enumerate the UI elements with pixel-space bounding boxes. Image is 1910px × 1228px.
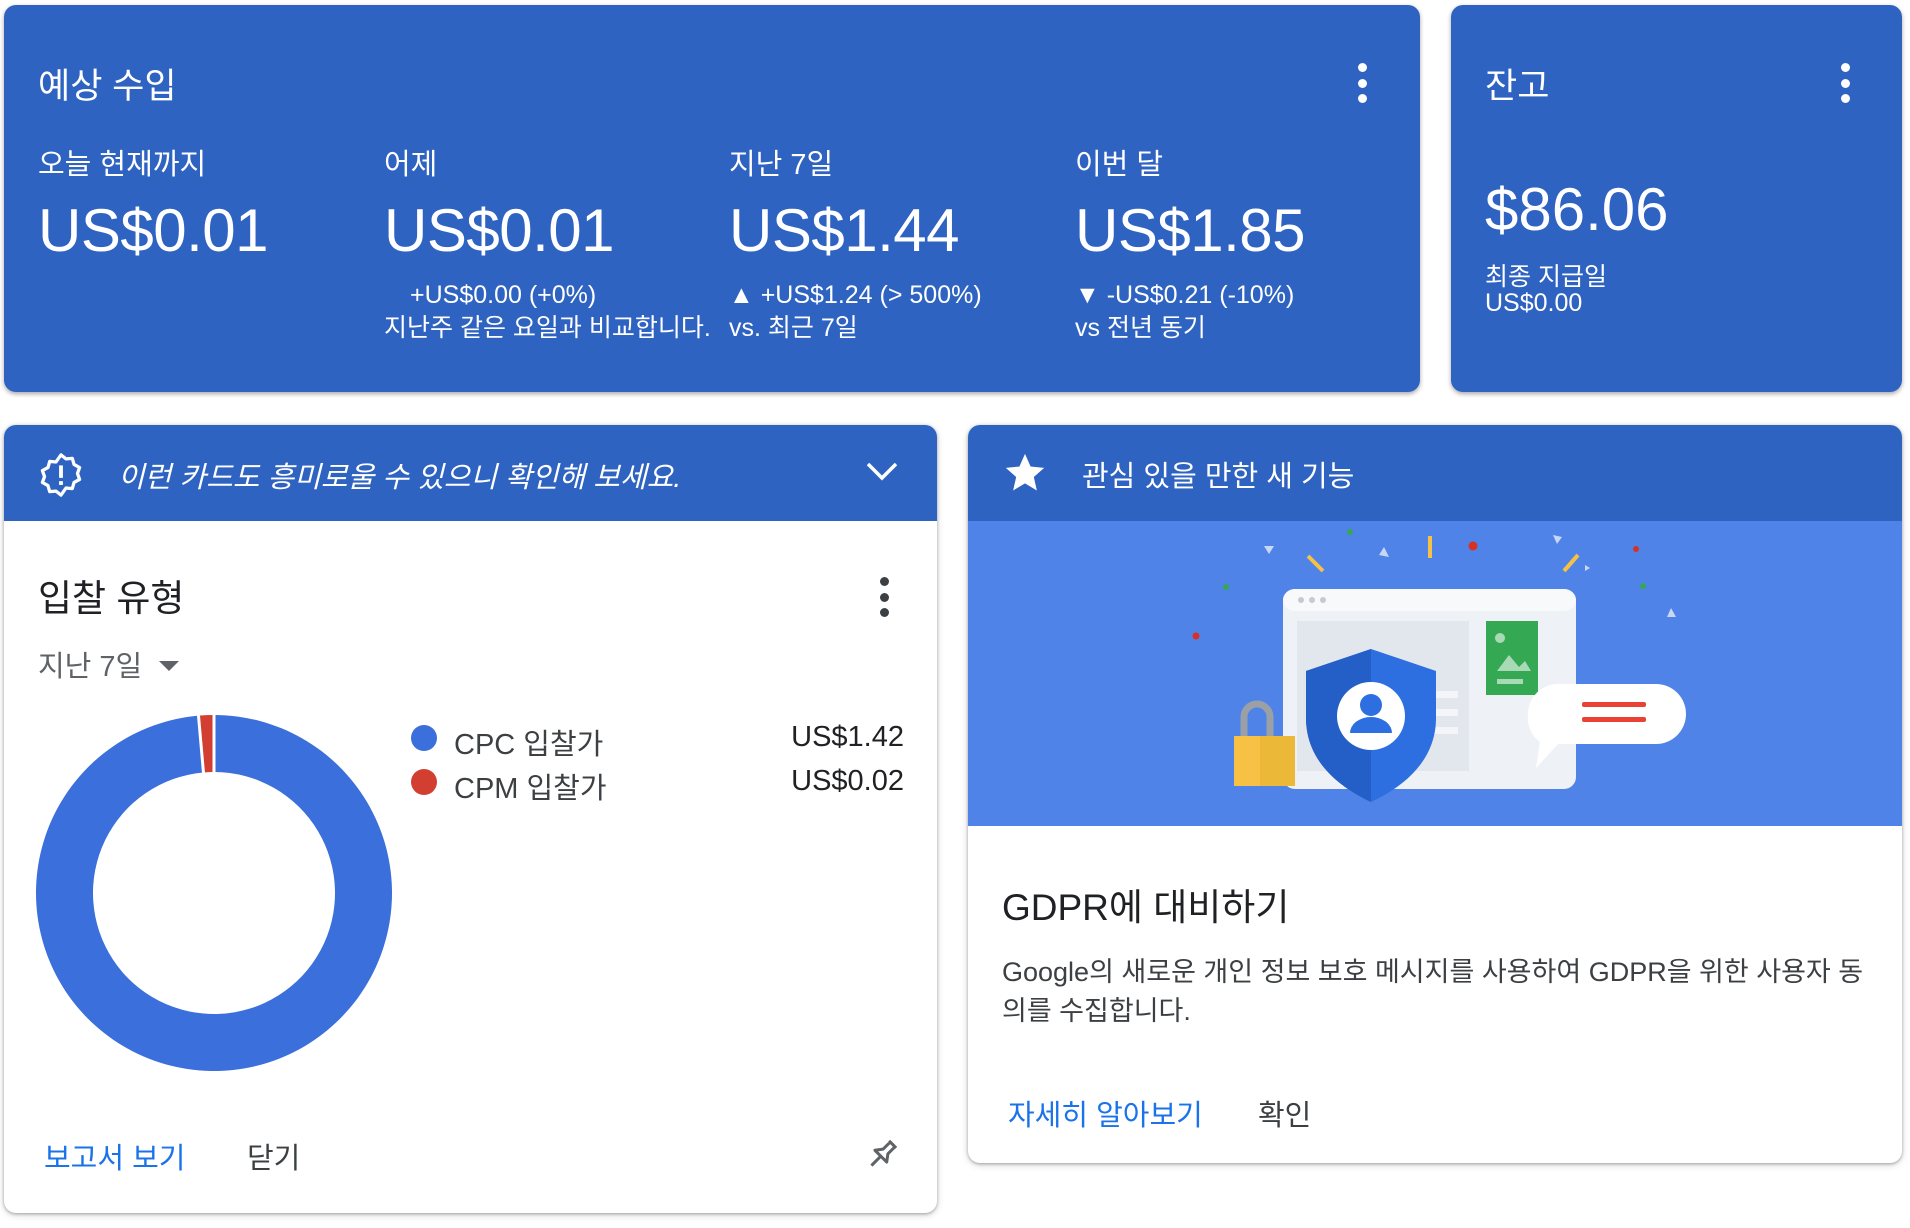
legend-label-cpc: CPC 입찰가 — [454, 729, 604, 761]
yesterday-change: +US$0.00 (+0%) — [410, 281, 597, 309]
suggestion-header[interactable]: 이런 카드도 흥미로울 수 있으니 확인해 보세요. — [4, 425, 937, 521]
earnings-title: 예상 수입 — [38, 67, 177, 106]
last7-change: ▲ +US$1.24 (> 500%) — [729, 281, 982, 309]
feature-body-line-1: Google의 새로운 개인 정보 보호 메시지를 사용하여 GDPR을 위한 … — [1002, 957, 1864, 987]
learn-more-link[interactable]: 자세히 알아보기 — [1008, 1092, 1203, 1134]
close-button[interactable]: 닫기 — [247, 1135, 300, 1177]
legend-dot-cpc — [411, 725, 437, 751]
yesterday-label: 어제 — [384, 149, 438, 181]
month-value: US$1.85 — [1075, 197, 1306, 264]
new-feature-card: 관심 있을 만한 새 기능 GDPR에 대비하기 Google의 새로운 개인 … — [968, 425, 1902, 1163]
earnings-card: 예상 수입 오늘 현재까지 US$0.01 어제 US$0.01 +US$0.0… — [4, 5, 1420, 392]
legend-value-cpm: US$0.02 — [791, 765, 904, 797]
earnings-col-7days: 지난 7일 US$1.44 ▲ +US$1.24 (> 500%) vs. 최근… — [729, 141, 1059, 345]
feature-header-text: 관심 있을 만한 새 기능 — [1082, 461, 1355, 493]
star-icon — [1005, 453, 1045, 491]
last-payment-value: US$0.00 — [1485, 289, 1583, 317]
suggestion-header-text: 이런 카드도 흥미로울 수 있으니 확인해 보세요. — [118, 462, 682, 494]
legend-dot-cpm — [411, 769, 437, 795]
yesterday-value: US$0.01 — [384, 197, 615, 264]
confirm-button[interactable]: 확인 — [1258, 1092, 1311, 1134]
last7-label: 지난 7일 — [729, 149, 834, 181]
legend-value-cpc: US$1.42 — [791, 721, 904, 753]
feature-body-line-2: 의를 수집합니다. — [1002, 996, 1191, 1026]
view-report-link[interactable]: 보고서 보기 — [44, 1135, 185, 1177]
alert-badge-icon — [40, 453, 82, 497]
last-payment-label: 최종 지급일 — [1485, 263, 1607, 291]
balance-value: $86.06 — [1485, 176, 1669, 243]
bid-type-donut-chart — [36, 714, 393, 1072]
month-compare: vs 전년 동기 — [1075, 314, 1206, 342]
feature-header: 관심 있을 만한 새 기능 — [968, 425, 1902, 521]
today-label: 오늘 현재까지 — [38, 149, 207, 181]
bid-type-card: 이런 카드도 흥미로울 수 있으니 확인해 보세요. 입찰 유형 지난 7일 C… — [4, 425, 937, 1213]
month-change: ▼ -US$0.21 (-10%) — [1075, 281, 1295, 309]
feature-title: GDPR에 대비하기 — [1002, 887, 1290, 928]
last7-value: US$1.44 — [729, 197, 960, 264]
bid-type-more-icon[interactable] — [878, 577, 890, 617]
feature-body: Google의 새로운 개인 정보 보호 메시지를 사용하여 GDPR을 위한 … — [1002, 953, 1882, 1031]
bid-type-title: 입찰 유형 — [38, 578, 185, 619]
earnings-col-month: 이번 달 US$1.85 ▼ -US$0.21 (-10%) vs 전년 동기 — [1075, 141, 1405, 345]
month-label: 이번 달 — [1075, 149, 1164, 181]
yesterday-compare: 지난주 같은 요일과 비교합니다. — [384, 314, 711, 342]
gdpr-privacy-illustration — [968, 521, 1902, 826]
earnings-col-yesterday: 어제 US$0.01 +US$0.00 (+0%) 지난주 같은 요일과 비교합… — [384, 141, 714, 345]
legend-label-cpm: CPM 입찰가 — [454, 773, 607, 805]
chevron-down-icon[interactable] — [864, 459, 900, 483]
earnings-more-icon[interactable] — [1356, 63, 1368, 103]
today-value: US$0.01 — [38, 197, 269, 264]
period-dropdown[interactable]: 지난 7일 — [38, 643, 180, 685]
balance-title: 잔고 — [1485, 67, 1550, 106]
balance-more-icon[interactable] — [1839, 63, 1851, 103]
period-label: 지난 7일 — [38, 651, 143, 683]
pin-icon[interactable] — [862, 1135, 902, 1175]
balance-card: 잔고 $86.06 최종 지급일 US$0.00 — [1451, 5, 1902, 392]
earnings-col-today: 오늘 현재까지 US$0.01 — [38, 141, 368, 265]
last7-compare: vs. 최근 7일 — [729, 314, 858, 342]
dropdown-arrow-icon — [159, 661, 180, 671]
